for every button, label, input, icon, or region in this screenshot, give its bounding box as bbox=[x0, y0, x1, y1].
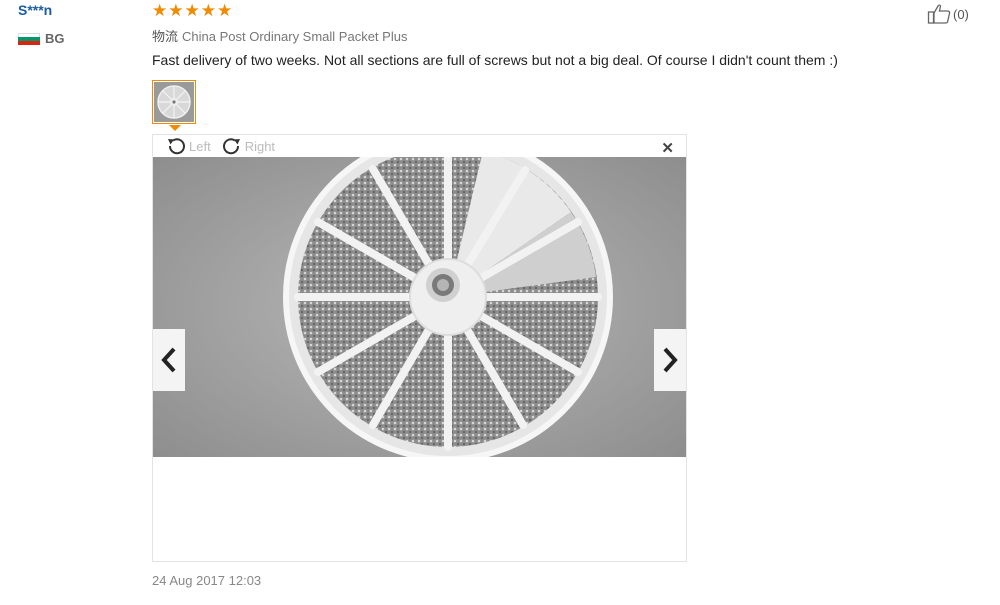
thumbnail-pointer bbox=[169, 125, 181, 131]
logistics-label: 物流 bbox=[152, 29, 179, 44]
review-photo bbox=[153, 157, 686, 457]
country-code: BG bbox=[45, 31, 65, 46]
rotate-right-icon bbox=[222, 138, 240, 155]
photo-viewer: Left Right ✕ bbox=[152, 134, 687, 562]
helpful-button[interactable]: (0) bbox=[927, 3, 969, 25]
chevron-right-icon bbox=[663, 347, 678, 373]
star-icon: ★ bbox=[168, 1, 184, 20]
viewer-toolbar: Left Right bbox=[165, 135, 285, 157]
star-icon: ★ bbox=[184, 1, 200, 20]
helpful-count: (0) bbox=[953, 6, 969, 22]
rotate-right-label: Right bbox=[244, 138, 276, 154]
reviewer-info: S***n BG bbox=[18, 2, 65, 46]
next-photo-button[interactable] bbox=[654, 329, 686, 391]
rotate-left-icon bbox=[168, 138, 185, 155]
close-icon[interactable]: ✕ bbox=[661, 139, 674, 157]
reviewer-name[interactable]: S***n bbox=[18, 2, 65, 18]
rotate-left-button[interactable]: Left bbox=[165, 136, 211, 156]
star-icon: ★ bbox=[152, 1, 168, 20]
rotate-left-label: Left bbox=[189, 138, 211, 154]
star-rating: ★ ★ ★ ★ ★ bbox=[152, 2, 232, 19]
thumbs-up-icon bbox=[927, 4, 951, 24]
previous-photo-button[interactable] bbox=[153, 329, 185, 391]
chevron-left-icon bbox=[161, 347, 176, 373]
thumbnail-image bbox=[154, 82, 194, 122]
rotate-right-button[interactable]: Right bbox=[221, 136, 275, 156]
star-icon: ★ bbox=[217, 1, 233, 20]
logistics-value: China Post Ordinary Small Packet Plus bbox=[182, 29, 408, 44]
logistics-info: 物流 China Post Ordinary Small Packet Plus bbox=[152, 26, 407, 45]
flag-icon bbox=[18, 32, 40, 45]
review-text: Fast delivery of two weeks. Not all sect… bbox=[152, 52, 838, 68]
screw-organizer-image bbox=[153, 157, 686, 457]
reviewer-country: BG bbox=[18, 31, 65, 46]
star-icon: ★ bbox=[200, 1, 216, 20]
review-date: 24 Aug 2017 12:03 bbox=[152, 573, 262, 588]
review-photo-thumbnail[interactable] bbox=[152, 80, 196, 124]
